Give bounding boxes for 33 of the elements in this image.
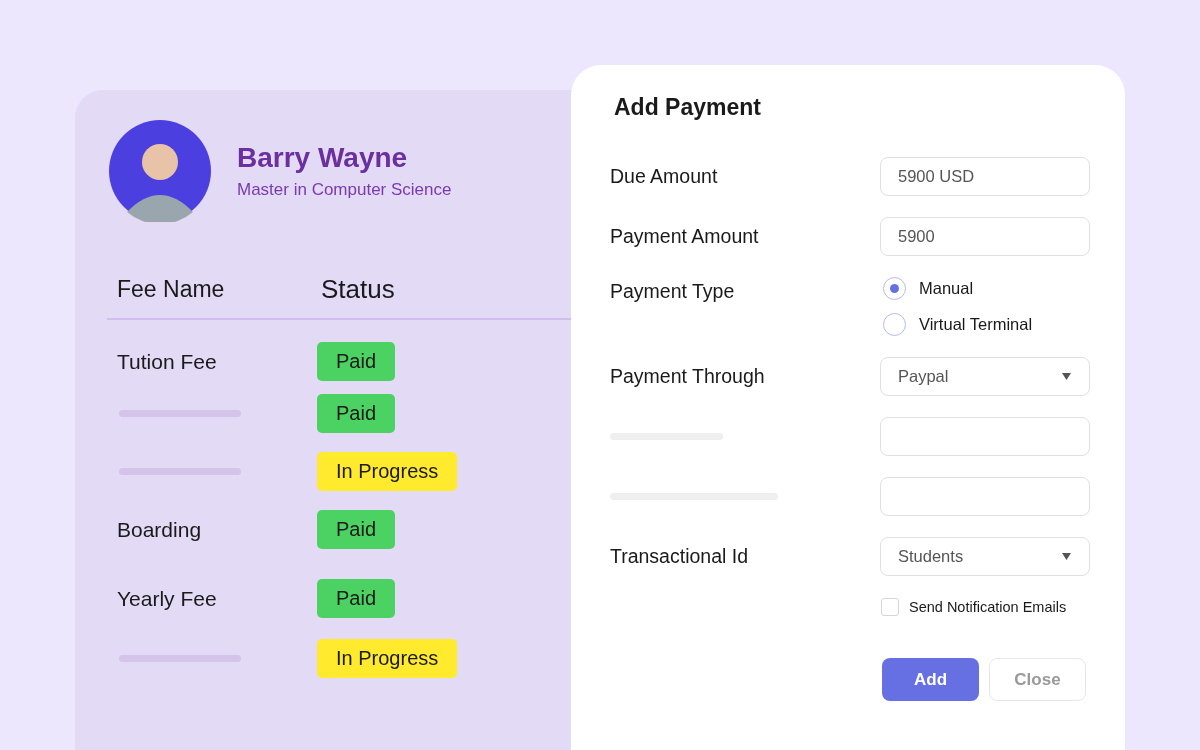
notification-checkbox[interactable]: Send Notification Emails [881,598,1067,616]
fee-name: Tution Fee [117,349,217,373]
column-header: Fee Name [117,275,226,303]
status-badge: In Progress [317,639,458,678]
status-badge: In Progress [317,452,458,491]
field-label: Payment Amount [610,225,759,247]
dropdown-field[interactable]: Paypal [880,357,1090,396]
field-label: Transactional Id [610,545,748,567]
student-name: Barry Wayne [237,142,409,174]
field-label: Due Amount [610,165,718,187]
dialog-title: Add Payment [614,94,762,121]
student-program: Master in Computer Science [237,180,452,200]
avatar-icon [109,120,211,222]
fee-name: Yearly Fee [117,586,217,610]
radio-option[interactable]: Manual [883,277,1033,300]
input-field[interactable] [880,417,1090,456]
dropdown-field[interactable]: Students [880,537,1090,576]
checkbox[interactable] [881,598,899,616]
input-field[interactable]: 5900 [880,217,1090,256]
caret-icon [1061,552,1072,561]
column-header: Status [321,273,395,305]
status-badge: Paid [317,510,396,549]
status-badge: Paid [317,394,396,433]
status-badge: Paid [317,579,396,618]
add-button[interactable]: Add [882,658,979,701]
fee-name: Boarding [117,517,202,541]
status-badge: Paid [317,342,396,381]
radio-option[interactable]: Virtual Terminal [883,313,1033,336]
field-label: Payment Type [610,280,735,302]
input-field[interactable]: 5900 USD [880,157,1090,196]
caret-icon [1061,372,1072,381]
field-label: Payment Through [610,365,765,387]
input-field[interactable] [880,477,1090,516]
